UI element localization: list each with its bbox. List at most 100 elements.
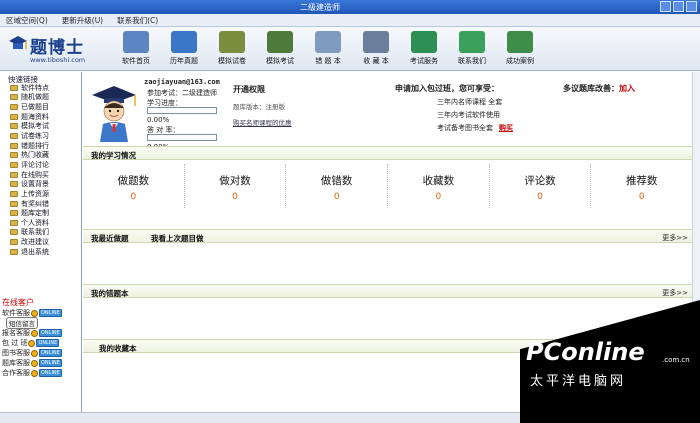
online-agent-3[interactable]: 图书客服 ONLINE xyxy=(2,348,80,358)
maximize-button[interactable] xyxy=(673,1,684,12)
minimize-button[interactable] xyxy=(660,1,671,12)
sidebar-item-16[interactable]: 改进建议 xyxy=(10,237,49,247)
study-section: 我的学习情况 做题数 0 做对数 0 做错数 0 收藏数 0 评论数 0 推荐数 0 xyxy=(83,146,692,208)
logo: 题博士 www.tiboshi.com xyxy=(6,31,106,67)
agent-name: 题库客服 xyxy=(2,359,30,367)
contact-icon xyxy=(459,31,485,53)
sidebar-item-label: 题海资料 xyxy=(21,112,49,121)
sidebar-item-13[interactable]: 题库定制 xyxy=(10,208,49,218)
menu-region[interactable]: 区域空间(Q) xyxy=(6,14,48,26)
qq-icon xyxy=(31,349,38,357)
stat-4: 评论数 0 xyxy=(490,164,592,208)
sidebar-item-6[interactable]: 错题排行 xyxy=(10,141,49,151)
sidebar-item-17[interactable]: 退出系统 xyxy=(10,247,49,257)
folder-icon xyxy=(10,210,18,217)
sidebar-item-label: 软件特点 xyxy=(21,83,49,92)
toolbar: 题博士 www.tiboshi.com 软件首页 历年真题 模拟试卷 模拟考试 错 题 … xyxy=(0,27,700,71)
agent-name: 报名客服 xyxy=(2,329,30,337)
sidebar-item-2[interactable]: 已做题目 xyxy=(10,102,49,112)
folder-icon xyxy=(10,104,18,111)
online-badge: ONLINE xyxy=(39,349,62,357)
online-agent-4[interactable]: 题库客服 ONLINE xyxy=(2,358,80,368)
recent-title: 我最近做题 xyxy=(91,234,129,243)
toolbar-button-label: 模拟试卷 xyxy=(218,57,246,65)
case-icon xyxy=(507,31,533,53)
toolbar-button-8[interactable]: 成功案例 xyxy=(496,29,544,69)
title-bar: 二级建造师 xyxy=(0,0,700,14)
toolbar-button-1[interactable]: 历年真题 xyxy=(160,29,208,69)
sidebar-item-1[interactable]: 随机做题 xyxy=(10,93,49,103)
folder-icon xyxy=(10,84,18,91)
sidebar-item-label: 个人资料 xyxy=(21,218,49,227)
qq-icon xyxy=(31,369,38,377)
sidebar-item-9[interactable]: 在线购买 xyxy=(10,170,49,180)
sidebar-item-4[interactable]: 模拟考试 xyxy=(10,122,49,132)
toolbar-button-2[interactable]: 模拟试卷 xyxy=(208,29,256,69)
sidebar-item-15[interactable]: 联系我们 xyxy=(10,228,49,238)
online-agent-1[interactable]: 报名客服 ONLINE xyxy=(2,328,80,338)
online-badge: ONLINE xyxy=(36,339,60,347)
sidebar-item-label: 评论讨论 xyxy=(21,160,49,169)
watermark-domain: .com.cn xyxy=(662,356,690,364)
stat-value: 0 xyxy=(130,192,137,202)
folder-icon xyxy=(10,181,18,188)
sidebar-item-5[interactable]: 试卷练习 xyxy=(10,131,49,141)
stat-value: 0 xyxy=(333,192,340,202)
stats-row: 做题数 0 做对数 0 做错数 0 收藏数 0 评论数 0 推荐数 0 xyxy=(83,164,692,208)
watermark-cn: 太平洋电脑网 xyxy=(530,374,627,389)
sidebar-item-3[interactable]: 题海资料 xyxy=(10,112,49,122)
progress-bar xyxy=(147,107,217,114)
folder-icon xyxy=(10,94,18,101)
sidebar-item-7[interactable]: 热门收藏 xyxy=(10,150,49,160)
menu-contact[interactable]: 联系我们(C) xyxy=(117,14,158,26)
recent-more-link[interactable]: 更多>> xyxy=(662,233,688,243)
wrong-more-link[interactable]: 更多>> xyxy=(662,288,688,298)
stat-value: 0 xyxy=(638,192,645,202)
sidebar-item-8[interactable]: 评论讨论 xyxy=(10,160,49,170)
toolbar-button-7[interactable]: 联系我们 xyxy=(448,29,496,69)
course-discount-link[interactable]: 购买名师课程的优惠 xyxy=(233,117,353,127)
sidebar-item-14[interactable]: 个人资料 xyxy=(10,218,49,228)
folder-icon xyxy=(10,113,18,120)
online-agent-5[interactable]: 合作客服 ONLINE xyxy=(2,368,80,378)
join-link[interactable]: 加入 xyxy=(619,84,635,93)
stat-value: 0 xyxy=(537,192,543,202)
folder-icon xyxy=(10,171,18,178)
buy-link[interactable]: 购买 xyxy=(499,124,513,132)
sidebar-item-label: 题库定制 xyxy=(21,209,49,218)
stat-value: 0 xyxy=(435,192,442,202)
user-profile: zaojiayuan@163.com 参加考试：二级建造师 学习进度： 0.00… xyxy=(89,78,229,151)
folder-icon xyxy=(10,133,18,140)
suggest-text: 多议题库改善： xyxy=(563,84,619,93)
logo-url: www.tiboshi.com xyxy=(30,56,86,64)
folder-icon xyxy=(10,123,18,130)
sidebar-item-0[interactable]: 软件特点 xyxy=(10,83,49,93)
close-button[interactable] xyxy=(686,1,697,12)
book-icon xyxy=(171,31,197,53)
toolbar-button-0[interactable]: 软件首页 xyxy=(112,29,160,69)
toolbar-button-5[interactable]: 收 藏 本 xyxy=(352,29,400,69)
study-header: 我的学习情况 xyxy=(83,146,692,160)
sidebar-item-12[interactable]: 有奖纠错 xyxy=(10,199,49,209)
stat-1: 做对数 0 xyxy=(185,164,287,208)
study-title: 我的学习情况 xyxy=(91,151,136,160)
exam-name: 参加考试：二级建造师 xyxy=(147,89,217,97)
stat-label: 做对数 xyxy=(219,175,251,187)
stat-value: 0 xyxy=(232,192,238,202)
sidebar-item-label: 上传资源 xyxy=(21,189,49,198)
suggest-panel: 多议题库改善：加入 xyxy=(563,83,635,94)
toolbar-button-4[interactable]: 错 题 本 xyxy=(304,29,352,69)
toolbar-button-label: 软件首页 xyxy=(122,57,150,65)
notebook-icon xyxy=(315,31,341,53)
sidebar-item-11[interactable]: 上传资源 xyxy=(10,189,49,199)
toolbar-button-6[interactable]: 考试服务 xyxy=(400,29,448,69)
sidebar-item-label: 随机做题 xyxy=(21,93,49,102)
graduation-cap-icon xyxy=(9,36,27,49)
sidebar-item-label: 设置背景 xyxy=(21,180,49,189)
stat-label: 评论数 xyxy=(524,175,556,187)
user-email: zaojiayuan@163.com xyxy=(144,78,220,86)
menu-update[interactable]: 更新升级(U) xyxy=(62,14,103,26)
sidebar-item-10[interactable]: 设置背景 xyxy=(10,179,49,189)
toolbar-button-3[interactable]: 模拟考试 xyxy=(256,29,304,69)
online-agent-2[interactable]: 包 过 班 ONLINE xyxy=(2,338,80,348)
